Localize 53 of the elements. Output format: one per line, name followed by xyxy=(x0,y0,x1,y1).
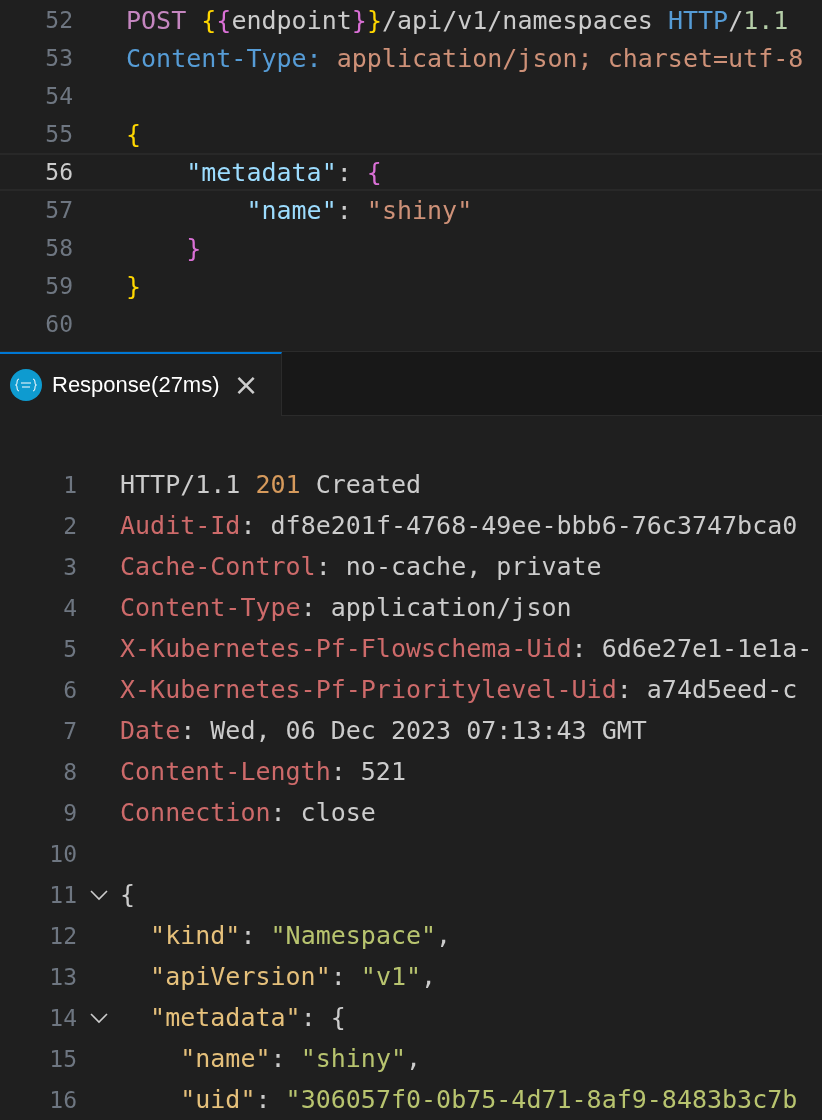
code-line: "name": "shiny", xyxy=(179,1044,422,1073)
line-number: 9 xyxy=(62,799,77,826)
line-number: 2 xyxy=(62,512,77,539)
rest-client-logo-icon xyxy=(10,369,42,401)
chevron-down-icon[interactable] xyxy=(88,1011,109,1024)
code-line: "metadata": { xyxy=(149,1003,346,1032)
code-line: { xyxy=(126,119,142,149)
response-tab[interactable]: Response(27ms) × xyxy=(0,352,282,416)
line-number: 4 xyxy=(62,594,77,621)
line-number: 13 xyxy=(48,963,77,990)
code-line: Audit-Id: df8e201f-4768-49ee-bbb6-76c3747bca0 xyxy=(120,511,798,540)
code-line: "apiVersion": "v1", xyxy=(149,962,437,991)
code-line: "uid": "306057f0-0b75-4d71-8af9-8483b3c7b xyxy=(179,1085,798,1114)
line-number: 16 xyxy=(48,1086,77,1113)
line-number: 3 xyxy=(62,553,77,580)
line-number: 14 xyxy=(48,1004,77,1031)
line-number: 1 xyxy=(62,471,77,498)
code-line: HTTP/1.1 201 Created xyxy=(120,470,422,499)
code-line: "name": "shiny" xyxy=(245,195,473,225)
line-number: 54 xyxy=(44,83,73,109)
line-number: 5 xyxy=(62,635,77,662)
code-line: Date: Wed, 06 Dec 2023 07:13:43 GMT xyxy=(120,716,647,745)
code-line: X-Kubernetes-Pf-Prioritylevel-Uid: a74d5eed-c xyxy=(120,675,798,704)
line-number: 56 xyxy=(44,159,73,185)
line-number: 52 xyxy=(44,7,73,33)
code-line: Connection: close xyxy=(120,798,376,827)
line-number: 6 xyxy=(62,676,77,703)
close-button[interactable]: × xyxy=(229,370,263,400)
code-line: Content-Length: 521 xyxy=(120,757,406,786)
line-number: 8 xyxy=(62,758,77,785)
line-number: 11 xyxy=(48,881,77,908)
code-line: } xyxy=(126,271,142,301)
line-number: 53 xyxy=(44,45,73,71)
line-number: 57 xyxy=(44,197,73,223)
chevron-down-icon[interactable] xyxy=(88,888,109,901)
code-line: Content-Type: application/json xyxy=(120,593,572,622)
line-number: 10 xyxy=(48,840,77,867)
tab-label: Response(27ms) xyxy=(52,372,220,398)
line-number: 58 xyxy=(44,235,73,261)
line-number: 7 xyxy=(62,717,77,744)
line-number: 55 xyxy=(44,121,73,147)
code-line: Cache-Control: no-cache, private xyxy=(120,552,602,581)
code-line: "kind": "Namespace", xyxy=(149,921,452,950)
line-number: 60 xyxy=(44,311,73,337)
code-line: } xyxy=(185,233,202,263)
code-line: X-Kubernetes-Pf-Flowschema-Uid: 6d6e27e1-1e1a- xyxy=(120,634,813,663)
code-line: { xyxy=(120,880,136,909)
code-line: POST {{endpoint}}/api/v1/namespaces HTTP/1.1 xyxy=(126,5,789,35)
code-line: Content-Type: application/json; charset=utf-8 xyxy=(126,43,804,73)
code-line: "metadata": { xyxy=(185,157,382,187)
line-number: 12 xyxy=(48,922,77,949)
line-number: 59 xyxy=(44,273,73,299)
line-number: 15 xyxy=(48,1045,77,1072)
